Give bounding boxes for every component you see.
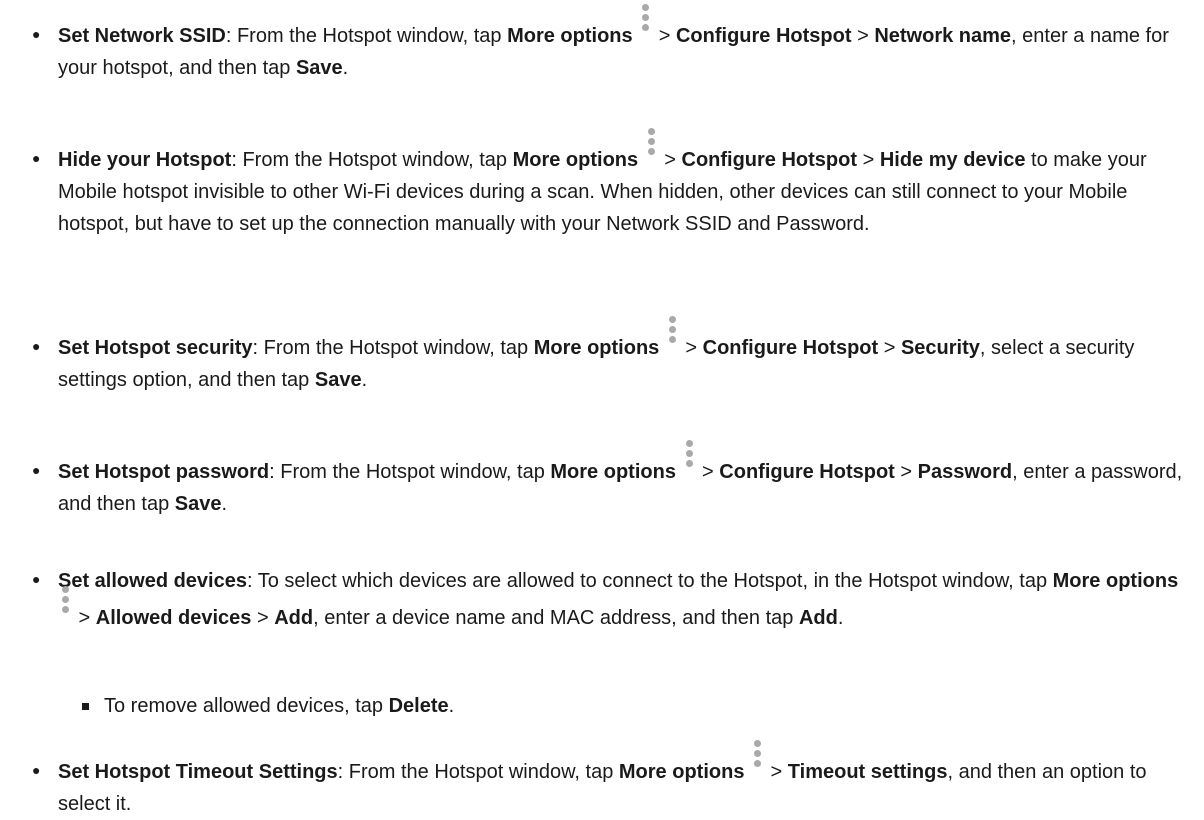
item-text: . [221, 493, 228, 515]
item-text: : From the Hotspot window, tap [252, 337, 534, 359]
item-text: . [361, 369, 368, 391]
item-text: To remove allowed devices, tap [104, 695, 389, 717]
item-title: Set Hotspot Timeout Settings [58, 761, 338, 783]
separator: > [653, 25, 676, 47]
separator: > [251, 607, 275, 629]
separator: > [857, 149, 880, 171]
more-options-label: More options [512, 149, 639, 171]
add-label: Add [798, 607, 838, 629]
bullet: ● [32, 762, 41, 778]
separator: > [878, 337, 901, 359]
more-options-icon [685, 440, 694, 480]
item-text: . [448, 695, 455, 717]
more-options-label: More options [550, 461, 676, 483]
add-label: Add [274, 607, 314, 629]
bullet: ● [32, 462, 41, 478]
configure-hotspot-label: Configure Hotspot [702, 337, 879, 359]
item-title: Hide your Hotspot [58, 149, 232, 171]
item-title: Set Hotspot password [58, 461, 270, 483]
save-label: Save [295, 57, 343, 79]
more-options-label: More options [507, 25, 633, 47]
list-item-set-allowed-devices: ● Set allowed devices: To select which d… [32, 563, 1194, 637]
item-text: . [342, 57, 349, 79]
save-label: Save [314, 369, 362, 391]
list-item-set-hotspot-security: ● Set Hotspot security: From the Hotspot… [32, 316, 1194, 396]
item-text: : From the Hotspot window, tap [225, 25, 508, 47]
item-text: : From the Hotspot window, tap [231, 149, 513, 171]
save-label: Save [174, 493, 222, 515]
more-options-icon [647, 128, 656, 168]
more-options-label: More options [618, 761, 745, 783]
item-text: : From the Hotspot window, tap [337, 761, 619, 783]
list-item-set-network-ssid: ● Set Network SSID: From the Hotspot win… [32, 4, 1194, 84]
list-item-set-hotspot-timeout: ● Set Hotspot Timeout Settings: From the… [32, 740, 1194, 820]
separator: > [696, 461, 720, 483]
more-options-icon [61, 586, 70, 626]
item-title: Set allowed devices [58, 570, 247, 592]
separator: > [765, 761, 788, 783]
configure-hotspot-label: Configure Hotspot [681, 149, 858, 171]
bullet: ● [32, 338, 41, 354]
square-bullet [82, 703, 89, 710]
list-item-hide-your-hotspot: ● Hide your Hotspot: From the Hotspot wi… [32, 128, 1194, 240]
separator: > [851, 25, 875, 47]
more-options-icon [641, 4, 650, 44]
more-options-label: More options [1052, 570, 1179, 592]
separator: > [894, 461, 918, 483]
separator: > [73, 607, 96, 629]
bullet: ● [32, 150, 41, 166]
option-label: Security [900, 337, 980, 359]
sub-list-item-remove-devices: To remove allowed devices, tap Delete. [82, 690, 1194, 722]
item-text: : To select which devices are allowed to… [246, 570, 1053, 592]
more-options-label: More options [533, 337, 660, 359]
bullet: ● [32, 26, 41, 42]
more-options-icon [668, 316, 677, 356]
document-page: ● Set Network SSID: From the Hotspot win… [0, 0, 1204, 815]
separator: > [658, 149, 682, 171]
delete-label: Delete [388, 695, 449, 717]
item-text: . [837, 607, 844, 629]
item-title: Set Hotspot security [58, 337, 253, 359]
separator: > [679, 337, 703, 359]
bullet: ● [32, 571, 41, 587]
item-text: : From the Hotspot window, tap [269, 461, 551, 483]
item-text: , enter a device name and MAC address, a… [313, 607, 799, 629]
allowed-devices-label: Allowed devices [95, 607, 252, 629]
option-label: Password [917, 461, 1013, 483]
configure-hotspot-label: Configure Hotspot [719, 461, 895, 483]
list-item-set-hotspot-password: ● Set Hotspot password: From the Hotspot… [32, 440, 1194, 520]
option-label: Network name [874, 25, 1012, 47]
timeout-settings-label: Timeout settings [787, 761, 948, 783]
more-options-icon [753, 740, 762, 780]
option-label: Hide my device [879, 149, 1026, 171]
item-title: Set Network SSID [58, 25, 226, 47]
configure-hotspot-label: Configure Hotspot [675, 25, 852, 47]
